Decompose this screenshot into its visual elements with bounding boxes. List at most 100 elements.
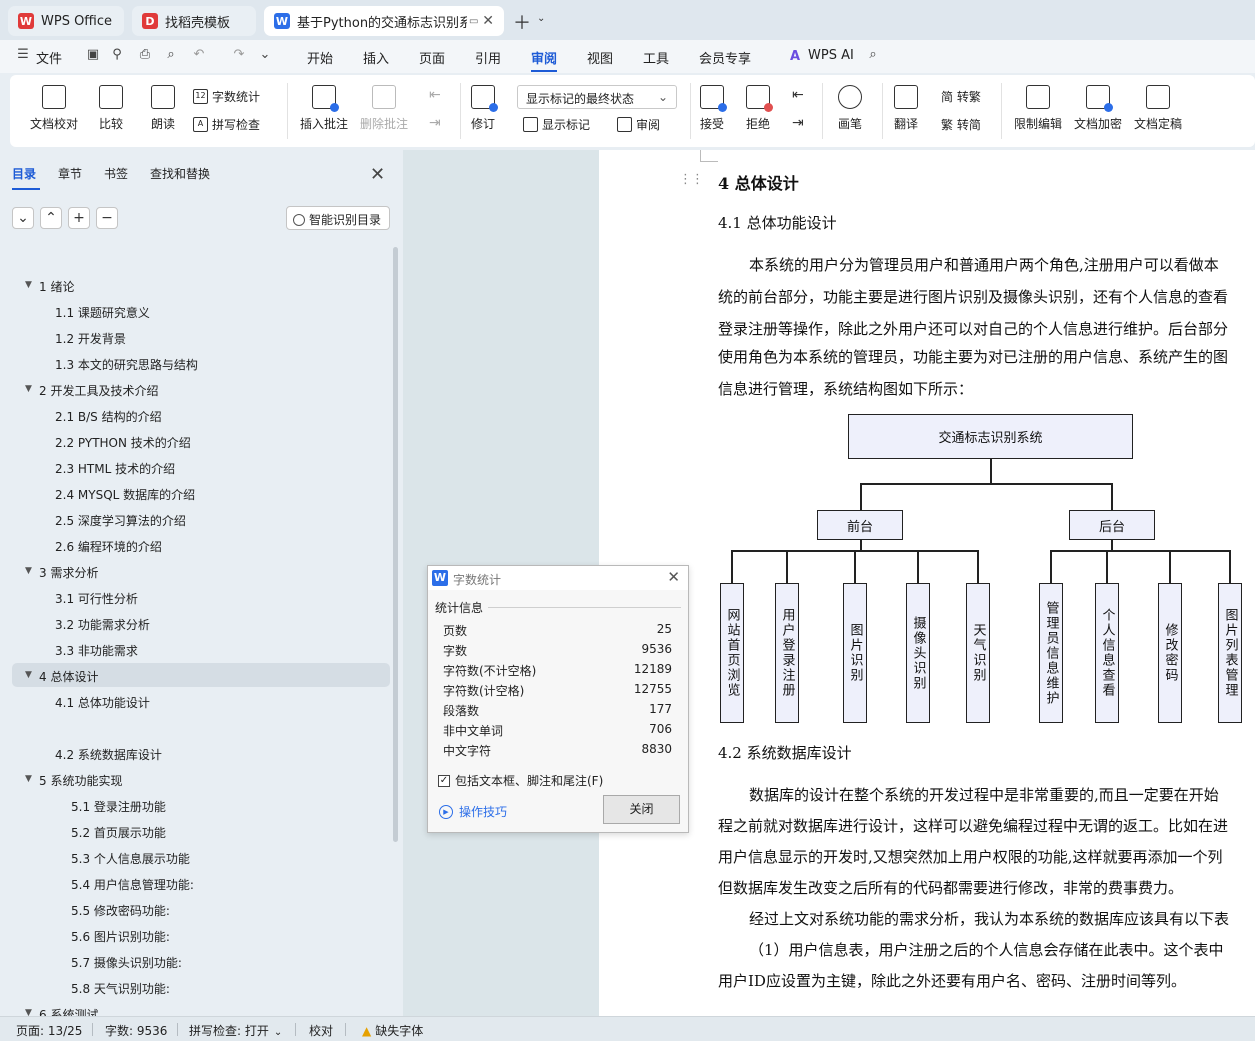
print-preview-icon[interactable]: ⌕ [162, 47, 180, 65]
restrict-edit-button[interactable]: 限制编辑 [1014, 85, 1062, 132]
customize-chevron-icon[interactable]: ⌄ [256, 47, 274, 65]
toc-item[interactable]: 4 总体设计 [39, 668, 98, 685]
redo-icon[interactable]: ↷ [230, 47, 248, 65]
word-count-button[interactable]: 12 字数统计 [193, 88, 260, 105]
next-change-icon[interactable]: ⇥ [792, 115, 804, 131]
save-icon[interactable]: ▣ [84, 47, 102, 65]
track-changes-button[interactable]: 修订 [471, 85, 498, 132]
toc-scrollbar[interactable] [393, 247, 398, 842]
to-simplified-button[interactable]: 繁 转简 [941, 116, 981, 133]
tab-document[interactable]: W 基于Python的交通标志识别系 ▭ ✕ [264, 6, 504, 36]
toc-item[interactable]: 5.3 个人信息展示功能 [71, 850, 190, 867]
toc-item[interactable]: 2.3 HTML 技术的介绍 [55, 460, 175, 477]
share-icon[interactable]: ⚲ [108, 47, 126, 65]
wps-ai-icon[interactable]: A [790, 49, 800, 64]
toc-item[interactable]: 5 系统功能实现 [39, 772, 122, 789]
markup-state-select[interactable]: 显示标记的最终状态 ⌄ [517, 85, 677, 109]
prev-change-icon[interactable]: ⇤ [792, 87, 804, 103]
translate-button[interactable]: 翻译 [894, 85, 918, 132]
toc-item[interactable]: 2.4 MYSQL 数据库的介绍 [55, 486, 195, 503]
tab-bookmarks[interactable]: 书签 [104, 165, 128, 182]
collapse-all-icon[interactable]: ⌄ [12, 207, 34, 229]
smart-toc-button[interactable]: 智能识别目录 [286, 206, 390, 230]
toc-item[interactable]: 4.2 系统数据库设计 [55, 746, 162, 763]
read-aloud-button[interactable]: 朗读 [151, 85, 175, 132]
prev-comment-icon[interactable]: ⇤ [429, 87, 441, 103]
toc-item[interactable]: 1.3 本文的研究思路与结构 [55, 356, 198, 373]
expand-up-icon[interactable]: ⌃ [40, 207, 62, 229]
menu-home[interactable]: 开始 [307, 48, 333, 67]
toc-item[interactable]: 3 需求分析 [39, 564, 98, 581]
toc-item[interactable]: 2 开发工具及技术介绍 [39, 382, 158, 399]
spell-check-button[interactable]: A 拼写检查 [193, 116, 260, 133]
tab-chapters[interactable]: 章节 [58, 165, 82, 182]
status-word-count[interactable]: 字数: 9536 [105, 1022, 167, 1039]
menu-insert[interactable]: 插入 [363, 48, 389, 67]
ink-button[interactable]: 画笔 [838, 85, 862, 132]
toc-item[interactable]: 3.3 非功能需求 [55, 642, 138, 659]
menu-references[interactable]: 引用 [475, 48, 501, 67]
status-proofread[interactable]: 校对 [309, 1022, 333, 1039]
menu-file[interactable]: 文件 [36, 48, 62, 67]
tab-docer[interactable]: D 找稻壳模板 [132, 6, 256, 36]
delete-comment-button[interactable]: 删除批注 [360, 85, 408, 132]
status-missing-font[interactable]: ▲ 缺失字体 [362, 1022, 423, 1039]
close-panel-icon[interactable]: ✕ [370, 164, 385, 185]
dialog-title-bar[interactable]: W 字数统计 ✕ [428, 566, 688, 590]
doc-check-button[interactable]: 文档校对 [30, 85, 78, 132]
toc-item[interactable]: 4.1 总体功能设计 [55, 694, 150, 711]
toc-item[interactable]: 5.2 首页展示功能 [71, 824, 166, 841]
tips-link[interactable]: ▶ 操作技巧 [439, 803, 507, 820]
toc-item[interactable]: 5.1 登录注册功能 [71, 798, 166, 815]
close-tab-icon[interactable]: ✕ [482, 13, 494, 29]
menu-review[interactable]: 审阅 [531, 48, 557, 67]
toc-item[interactable]: 5.5 修改密码功能: [71, 902, 170, 919]
search-icon[interactable]: ⌕ [864, 47, 882, 65]
chevron-down-icon[interactable]: ▼ [25, 280, 32, 290]
chevron-down-icon[interactable]: ▼ [25, 774, 32, 784]
toc-item[interactable]: 1 绪论 [39, 278, 74, 295]
status-spell-check[interactable]: 拼写检查: 打开 ⌄ [189, 1022, 282, 1039]
toc-item[interactable]: 2.6 编程环境的介绍 [55, 538, 162, 555]
close-dialog-icon[interactable]: ✕ [667, 568, 680, 586]
show-markup-button[interactable]: 显示标记 [523, 116, 590, 133]
menu-wps-ai[interactable]: WPS AI [808, 48, 854, 63]
menu-member[interactable]: 会员专享 [699, 48, 751, 67]
include-footnotes-checkbox[interactable]: ✓ 包括文本框、脚注和尾注(F) [438, 772, 603, 789]
toc-item[interactable]: 5.8 天气识别功能: [71, 980, 170, 997]
finalize-button[interactable]: 文档定稿 [1134, 85, 1182, 132]
undo-icon[interactable]: ↶ [190, 47, 208, 65]
toc-item[interactable]: 1.2 开发背景 [55, 330, 126, 347]
print-icon[interactable]: ⎙ [136, 47, 154, 65]
toc-item[interactable]: 3.2 功能需求分析 [55, 616, 150, 633]
toc-item[interactable]: 3.1 可行性分析 [55, 590, 138, 607]
monitor-icon[interactable]: ▭ [469, 16, 478, 27]
toc-item[interactable]: 5.7 摄像头识别功能: [71, 954, 182, 971]
tab-find-replace[interactable]: 查找和替换 [150, 165, 210, 182]
status-page[interactable]: 页面: 13/25 [16, 1022, 82, 1039]
next-comment-icon[interactable]: ⇥ [429, 115, 441, 131]
tab-toc[interactable]: 目录 [12, 165, 36, 182]
reject-button[interactable]: 拒绝 [746, 85, 773, 132]
chevron-down-icon[interactable]: ▼ [25, 384, 32, 394]
menu-page[interactable]: 页面 [419, 48, 445, 67]
menu-tools[interactable]: 工具 [643, 48, 669, 67]
toc-item[interactable]: 2.2 PYTHON 技术的介绍 [55, 434, 191, 451]
new-tab-icon[interactable]: ＋ [513, 9, 531, 35]
to-traditional-button[interactable]: 简 转繁 [941, 88, 981, 105]
toc-item[interactable]: 5.6 图片识别功能: [71, 928, 170, 945]
chevron-down-icon[interactable]: ▼ [25, 670, 32, 680]
menu-view[interactable]: 视图 [587, 48, 613, 67]
close-button[interactable]: 关闭 [603, 795, 680, 824]
toc-item[interactable]: 2.1 B/S 结构的介绍 [55, 408, 162, 425]
toc-item[interactable]: 2.5 深度学习算法的介绍 [55, 512, 186, 529]
drag-handle-icon[interactable]: ⋮⋮ [679, 172, 704, 187]
accept-button[interactable]: 接受 [700, 85, 727, 132]
toc-item[interactable]: 5.4 用户信息管理功能: [71, 876, 194, 893]
chevron-down-icon[interactable]: ▼ [25, 566, 32, 576]
tab-wps-office[interactable]: W WPS Office [8, 6, 124, 36]
compare-button[interactable]: 比较 [99, 85, 123, 132]
remove-heading-icon[interactable]: − [96, 207, 118, 229]
insert-comment-button[interactable]: 插入批注 [300, 85, 348, 132]
hamburger-icon[interactable]: ☰ [14, 47, 32, 65]
